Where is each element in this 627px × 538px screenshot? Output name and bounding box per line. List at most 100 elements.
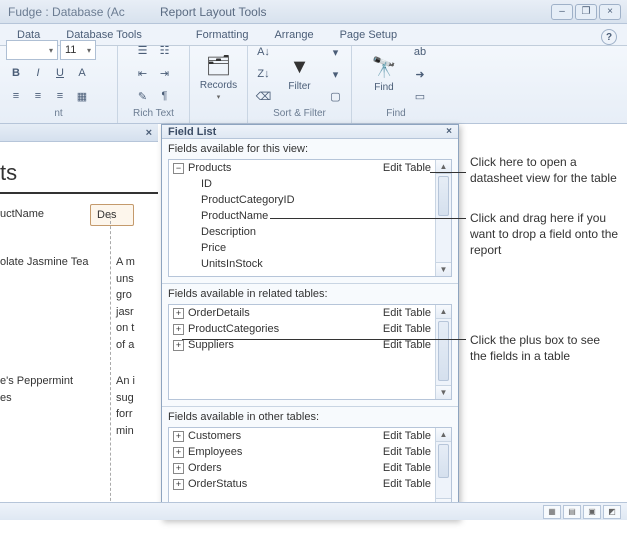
edit-table-link[interactable]: Edit Table (383, 339, 431, 351)
toggle-filter-button[interactable]: ▢ (326, 86, 346, 106)
expand-icon[interactable]: + (173, 324, 184, 335)
table-node-suppliers[interactable]: Suppliers (188, 339, 383, 351)
edit-table-link[interactable]: Edit Table (383, 430, 431, 442)
title-bar: Fudge : Database (Ac Report Layout Tools… (0, 0, 627, 24)
expand-icon[interactable]: + (173, 340, 184, 351)
expand-icon[interactable]: + (173, 447, 184, 458)
font-name-combo[interactable]: ▾ (6, 40, 58, 60)
scroll-thumb[interactable] (438, 176, 449, 216)
print-preview-button[interactable]: ▤ (563, 505, 581, 519)
expand-icon[interactable]: + (173, 463, 184, 474)
text-highlight-button[interactable]: ✎ (133, 86, 153, 106)
find-label: Find (374, 82, 393, 93)
edit-table-link[interactable]: Edit Table (383, 162, 431, 174)
fill-color-button[interactable]: ▦ (72, 86, 92, 106)
ltr-button[interactable]: ¶ (155, 86, 175, 106)
replace-button[interactable]: ab (410, 42, 430, 62)
expand-icon[interactable]: + (173, 431, 184, 442)
font-color-button[interactable]: A (72, 63, 92, 83)
field-list-close[interactable]: × (446, 126, 452, 137)
table-node-orderstatus[interactable]: OrderStatus (188, 478, 383, 490)
binoculars-icon: 🔭 (372, 55, 397, 80)
cell-productname[interactable]: olate Jasmine Tea (0, 250, 110, 357)
font-size-combo[interactable]: 11▾ (60, 40, 96, 60)
find-button[interactable]: 🔭 Find (362, 50, 406, 98)
records-button[interactable]: 🗂 Records ▾ (193, 48, 244, 106)
numbering-button[interactable]: ☷ (155, 40, 175, 60)
edit-table-link[interactable]: Edit Table (383, 307, 431, 319)
edit-table-link[interactable]: Edit Table (383, 323, 431, 335)
scroll-up-button[interactable]: ▲ (436, 428, 451, 442)
scroll-thumb[interactable] (438, 444, 449, 478)
field-productname[interactable]: ProductName (201, 210, 431, 222)
bold-button[interactable]: B (6, 63, 26, 83)
layout-view-button[interactable]: ▣ (583, 505, 601, 519)
font-group-label: nt (54, 106, 62, 121)
cell-description[interactable]: An i sug forr min (110, 369, 154, 443)
italic-button[interactable]: I (28, 63, 48, 83)
field-list-title: Field List (168, 126, 216, 138)
align-center-button[interactable]: ≡ (28, 86, 48, 106)
scrollbar[interactable]: ▲ ▼ (435, 305, 451, 399)
selection-filter-button[interactable]: ▾ (326, 42, 346, 62)
field-price[interactable]: Price (201, 242, 431, 254)
restore-button[interactable]: ❐ (575, 4, 597, 20)
field-list-pane: Field List × Fields available for this v… (161, 124, 459, 520)
table-node-products[interactable]: Products (188, 162, 383, 174)
sort-asc-button[interactable]: A↓ (254, 42, 274, 62)
column-header-description[interactable]: Des (90, 204, 134, 226)
expand-icon[interactable]: + (173, 479, 184, 490)
table-node-customers[interactable]: Customers (188, 430, 383, 442)
edit-table-link[interactable]: Edit Table (383, 462, 431, 474)
advanced-filter-button[interactable]: ▾ (326, 64, 346, 84)
edit-table-link[interactable]: Edit Table (383, 446, 431, 458)
ribbon: ▾ 11▾ B I U A ≡ ≡ ≡ ▦ nt ☰ ☷ (0, 46, 627, 124)
annotation-plus-box: Click the plus box to see the fields in … (470, 332, 620, 364)
scroll-thumb[interactable] (438, 321, 449, 381)
close-button[interactable]: × (599, 4, 621, 20)
minimize-button[interactable]: – (551, 4, 573, 20)
align-right-button[interactable]: ≡ (50, 86, 70, 106)
fields-other-list: +CustomersEdit Table +EmployeesEdit Tabl… (168, 427, 452, 513)
scroll-up-button[interactable]: ▲ (436, 305, 451, 319)
app-title: Fudge : Database (Ac (0, 5, 140, 19)
cell-description[interactable]: A m uns gro jasr on t of a (110, 250, 154, 357)
align-left-button[interactable]: ≡ (6, 86, 26, 106)
select-button[interactable]: ▭ (410, 86, 430, 106)
filter-label: Filter (288, 81, 310, 92)
records-label: Records (200, 80, 237, 91)
help-button[interactable]: ? (601, 29, 617, 45)
field-productcategoryid[interactable]: ProductCategoryID (201, 194, 431, 206)
table-node-employees[interactable]: Employees (188, 446, 383, 458)
field-id[interactable]: ID (201, 178, 431, 190)
expand-icon[interactable]: + (173, 308, 184, 319)
decrease-indent-button[interactable]: ⇤ (133, 63, 153, 83)
report-surface[interactable]: × ts uctName Des olate Jasmine Tea A m u… (0, 124, 158, 520)
bullets-button[interactable]: ☰ (133, 40, 153, 60)
increase-indent-button[interactable]: ⇥ (155, 63, 175, 83)
tab-formatting[interactable]: Formatting (183, 24, 262, 45)
column-header-productname[interactable]: uctName (0, 204, 90, 226)
table-node-productcategories[interactable]: ProductCategories (188, 323, 383, 335)
sort-desc-button[interactable]: Z↓ (254, 64, 274, 84)
column-divider (110, 216, 111, 516)
collapse-icon[interactable]: − (173, 163, 184, 174)
table-node-orderdetails[interactable]: OrderDetails (188, 307, 383, 319)
edit-table-link[interactable]: Edit Table (383, 478, 431, 490)
scrollbar[interactable]: ▲ ▼ (435, 428, 451, 512)
goto-button[interactable]: ➜ (410, 64, 430, 84)
clear-sort-button[interactable]: ⌫ (254, 86, 274, 106)
cell-productname[interactable]: e's Peppermint es (0, 369, 110, 443)
nav-pane-close[interactable]: × (146, 127, 152, 139)
table-node-orders[interactable]: Orders (188, 462, 383, 474)
section-header-this-view: Fields available for this view: (162, 139, 458, 159)
filter-button[interactable]: ▼ Filter (278, 51, 322, 97)
scroll-down-button[interactable]: ▼ (436, 385, 451, 399)
underline-button[interactable]: U (50, 63, 70, 83)
scroll-down-button[interactable]: ▼ (436, 262, 451, 276)
section-header-other: Fields available in other tables: (162, 407, 458, 427)
field-description[interactable]: Description (201, 226, 431, 238)
field-unitsinstock[interactable]: UnitsInStock (201, 258, 431, 270)
design-view-button[interactable]: ◩ (603, 505, 621, 519)
report-view-button[interactable]: ▦ (543, 505, 561, 519)
